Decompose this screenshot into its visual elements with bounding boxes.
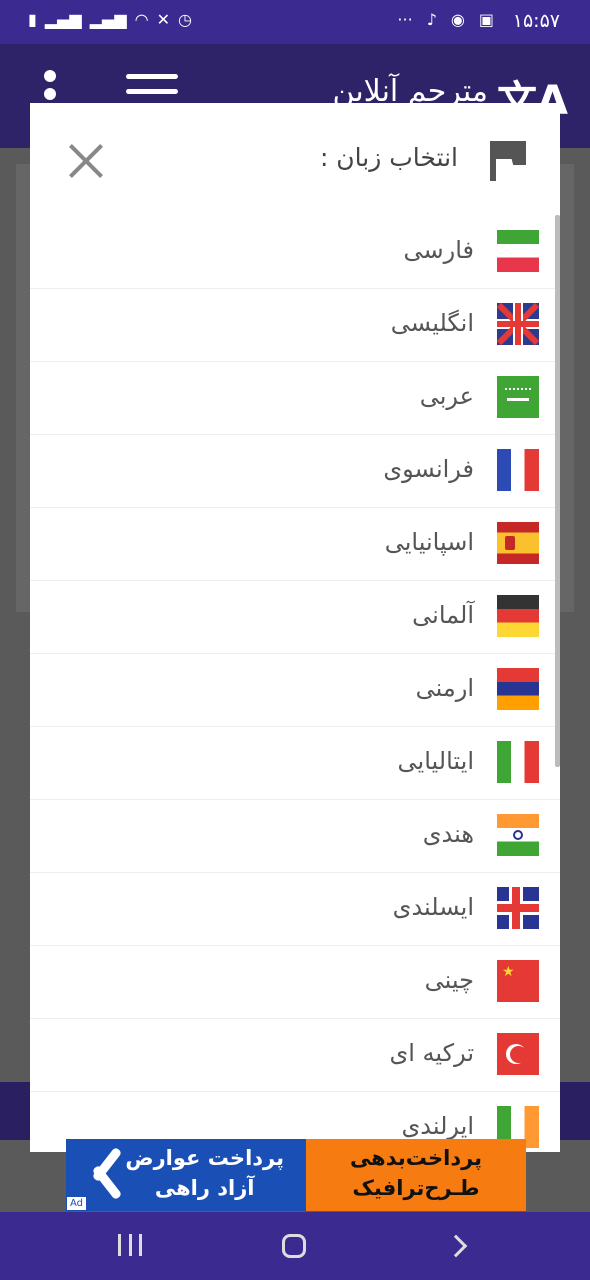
iran-flag-icon: [497, 230, 539, 272]
language-item-french[interactable]: فرانسوی: [30, 435, 560, 508]
language-label: ارمنی: [415, 674, 474, 702]
language-label: فرانسوی: [383, 455, 474, 483]
spain-flag-icon: [497, 522, 539, 564]
ad-left-line1: پرداخت عوارض: [125, 1146, 284, 1170]
status-icons-left: ▮ ▂▄▆ ▂▄▆ ◠ ✕ ◷: [28, 10, 192, 29]
language-label: عربی: [419, 382, 474, 410]
language-item-persian[interactable]: فارسی: [30, 216, 560, 289]
gallery-icon: ▣: [478, 10, 494, 29]
signal-icon: ▂▄▆: [44, 10, 82, 29]
india-flag-icon: [497, 814, 539, 856]
system-navigation-bar: [0, 1212, 590, 1280]
back-icon[interactable]: [444, 1234, 468, 1258]
ad-left-text: پرداخت عوارض آزاد راهی: [125, 1143, 284, 1203]
iceland-flag-icon: [497, 887, 539, 929]
language-item-chinese[interactable]: ★ چینی: [30, 946, 560, 1019]
language-dialog: انتخاب زبان : فارسی انگلیسی عربی فرانسوی…: [30, 103, 560, 1152]
dialog-title: انتخاب زبان :: [319, 143, 458, 172]
language-label: هندی: [422, 820, 474, 848]
language-label: چینی: [424, 966, 474, 994]
language-label: ایتالیایی: [397, 747, 474, 775]
home-icon[interactable]: [282, 1234, 306, 1258]
language-item-arabic[interactable]: عربی: [30, 362, 560, 435]
language-label: انگلیسی: [390, 309, 474, 337]
language-item-german[interactable]: آلمانی: [30, 581, 560, 654]
language-label: اسپانیایی: [384, 528, 474, 556]
china-flag-icon: ★: [497, 960, 539, 1002]
ad-left-line2: آزاد راهی: [154, 1176, 255, 1200]
dialog-header: انتخاب زبان :: [30, 103, 560, 213]
more-notifications-icon: ···: [397, 10, 413, 29]
language-item-hindi[interactable]: هندی: [30, 800, 560, 873]
italy-flag-icon: [497, 741, 539, 783]
recent-apps-icon[interactable]: [118, 1234, 142, 1258]
france-flag-icon: [497, 449, 539, 491]
germany-flag-icon: [497, 595, 539, 637]
language-label: فارسی: [403, 236, 475, 264]
language-label: ایرلندی: [401, 1112, 474, 1140]
chevron-left-icon: [86, 1149, 122, 1199]
flag-icon: [486, 137, 530, 183]
language-item-icelandic[interactable]: ایسلندی: [30, 873, 560, 946]
language-item-english[interactable]: انگلیسی: [30, 289, 560, 362]
language-label: ترکیه ای: [389, 1039, 474, 1067]
armenia-flag-icon: [497, 668, 539, 710]
list-scrollbar[interactable]: [555, 215, 560, 767]
alarm-icon: ◷: [178, 10, 192, 29]
turkey-flag-icon: [497, 1033, 539, 1075]
language-list: فارسی انگلیسی عربی فرانسوی اسپانیایی آلم…: [30, 216, 560, 1152]
ad-right-panel[interactable]: پرداخت‌بدهی طـرح‌ترافیک: [306, 1139, 526, 1211]
ad-badge: Ad: [66, 1196, 88, 1211]
uk-flag-icon: [497, 303, 539, 345]
signal-icon-2: ▂▄▆: [89, 10, 127, 29]
close-icon[interactable]: [66, 141, 106, 181]
language-label: آلمانی: [412, 601, 474, 629]
status-bar: ▮ ▂▄▆ ▂▄▆ ◠ ✕ ◷ ··· ♪ ◉ ▣ ۱۵:۵۷: [0, 0, 590, 44]
language-label: ایسلندی: [392, 893, 474, 921]
ad-banner[interactable]: پرداخت عوارض آزاد راهی Ad پرداخت‌بدهی طـ…: [66, 1139, 526, 1211]
wifi-icon: ◠: [134, 10, 149, 29]
language-item-italian[interactable]: ایتالیایی: [30, 727, 560, 800]
language-item-spanish[interactable]: اسپانیایی: [30, 508, 560, 581]
ad-right-line2: طـرح‌ترافیک: [352, 1176, 480, 1200]
music-note-icon: ♪: [426, 10, 437, 29]
language-item-armenian[interactable]: ارمنی: [30, 654, 560, 727]
mute-icon: ✕: [156, 10, 171, 29]
saudi-flag-icon: [497, 376, 539, 418]
battery-saver-icon: ▮: [28, 10, 37, 29]
ad-right-line1: پرداخت‌بدهی: [349, 1146, 483, 1170]
messenger-icon: ◉: [450, 10, 465, 29]
ad-left-panel[interactable]: پرداخت عوارض آزاد راهی Ad: [66, 1139, 306, 1211]
status-icons-right: ··· ♪ ◉ ▣: [397, 10, 494, 29]
clock: ۱۵:۵۷: [512, 10, 560, 32]
language-item-turkish[interactable]: ترکیه ای: [30, 1019, 560, 1092]
